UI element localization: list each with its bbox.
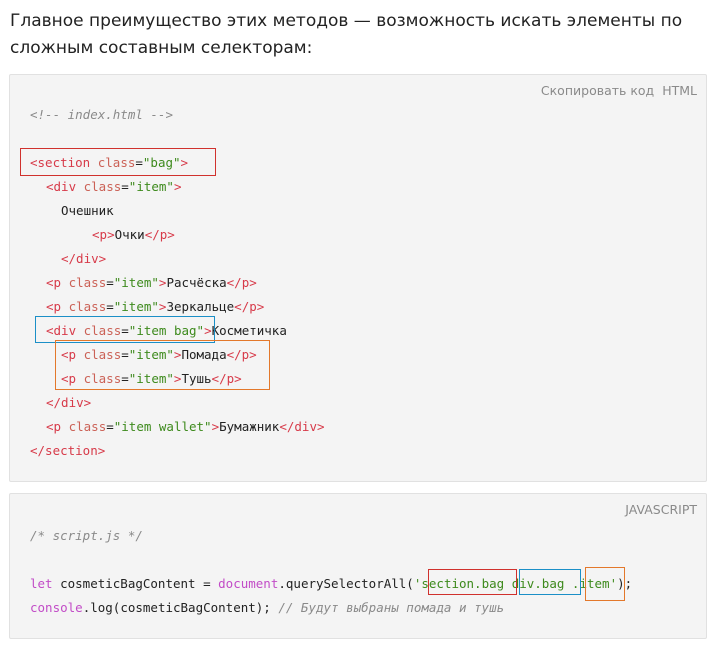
code-line-p-zerkaltse: <p class="item">Зеркальце</p> [46, 299, 265, 314]
copy-code-button[interactable]: Скопировать код [541, 83, 654, 98]
html-code: <!-- index.html --> <section class="bag"… [10, 75, 325, 510]
selector-div-bag: div.bag [511, 576, 565, 591]
js-code-block: JAVASCRIPT /* script.js */ let cosmeticB… [9, 493, 707, 639]
html-code-toolbar: Скопировать код HTML [541, 83, 697, 99]
html-comment-line: <!-- index.html --> [30, 107, 173, 122]
code-line-p-pomada: <p class="item">Помада</p> [61, 347, 257, 362]
html-lang-label: HTML [662, 83, 697, 98]
js-line-console-log: console.log(cosmeticBagContent); // Буду… [30, 600, 505, 615]
intro-line-1: Главное преимущество этих методов — возм… [10, 11, 683, 31]
code-line-p-raschyoska: <p class="item">Расчёска</p> [46, 275, 257, 290]
html-code-block: Скопировать код HTML <!-- index.html --> … [9, 74, 707, 482]
js-lang-label: JAVASCRIPT [625, 502, 697, 517]
intro-paragraph: Главное преимущество этих методов — возм… [10, 8, 710, 62]
intro-line-2: сложным составным селекторам: [10, 38, 313, 58]
code-line-section-close: </section> [30, 443, 106, 458]
code-line-div-close: </div> [61, 251, 107, 266]
js-comment-line: /* script.js */ [30, 528, 143, 543]
js-line-queryselector: let cosmeticBagContent = document.queryS… [30, 576, 633, 591]
code-line-p-bumazhnik: <p class="item wallet">Бумажник</div> [46, 419, 325, 434]
code-line-div-item: <div class="item"> [46, 179, 182, 194]
code-line-text-ocheshnik: Очешник [61, 203, 114, 218]
selector-item: .item [571, 576, 610, 591]
code-line-div-item-bag: <div class="item bag">Косметичка [46, 323, 287, 338]
code-line-div-close-2: </div> [46, 395, 92, 410]
js-code: /* script.js */ let cosmeticBagContent =… [10, 494, 632, 615]
js-code-toolbar: JAVASCRIPT [625, 502, 697, 518]
code-line-section-open: <section class="bag"> [30, 155, 189, 170]
code-line-p-tush: <p class="item">Тушь</p> [61, 371, 242, 386]
selector-section-bag: section.bag [421, 576, 505, 591]
code-line-p-ochki: <p>Очки</p> [92, 227, 175, 242]
